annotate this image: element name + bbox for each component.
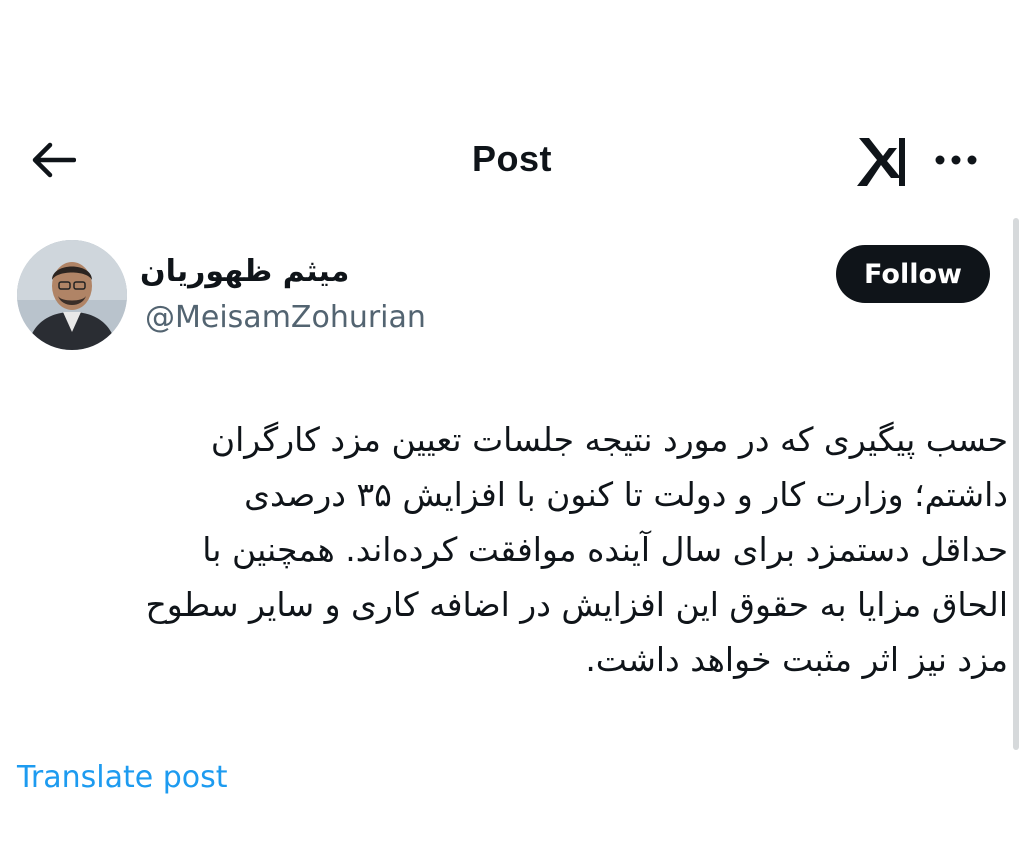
follow-button[interactable]: Follow xyxy=(836,245,990,303)
author-display-name[interactable]: میثم ظهوریان xyxy=(140,254,370,289)
avatar-image xyxy=(17,240,127,350)
translate-post-link[interactable]: Translate post xyxy=(17,760,228,795)
post-line: الحاق مزایا به حقوق این افزایش در اضافه … xyxy=(145,585,1008,624)
more-horizontal-icon xyxy=(935,155,977,165)
avatar[interactable] xyxy=(17,240,127,350)
author-handle[interactable]: @MeisamZohurian xyxy=(145,300,426,335)
post-header: Post xyxy=(0,120,1024,200)
post-line: داشتم؛ وزارت کار و دولت تا کنون با افزای… xyxy=(244,475,1008,514)
more-options-button[interactable] xyxy=(926,138,986,182)
x-logo-icon xyxy=(850,132,912,192)
post-line: مزد نیز اثر مثبت خواهد داشت. xyxy=(585,640,1008,679)
scrollbar[interactable] xyxy=(1013,218,1019,750)
post-body: حسب پیگیری که در مورد نتیجه جلسات تعیین … xyxy=(30,412,1008,687)
post-line: حداقل دستمزد برای سال آینده موافقت کرده‌… xyxy=(202,530,1008,569)
post-line: حسب پیگیری که در مورد نتیجه جلسات تعیین … xyxy=(210,420,1008,459)
